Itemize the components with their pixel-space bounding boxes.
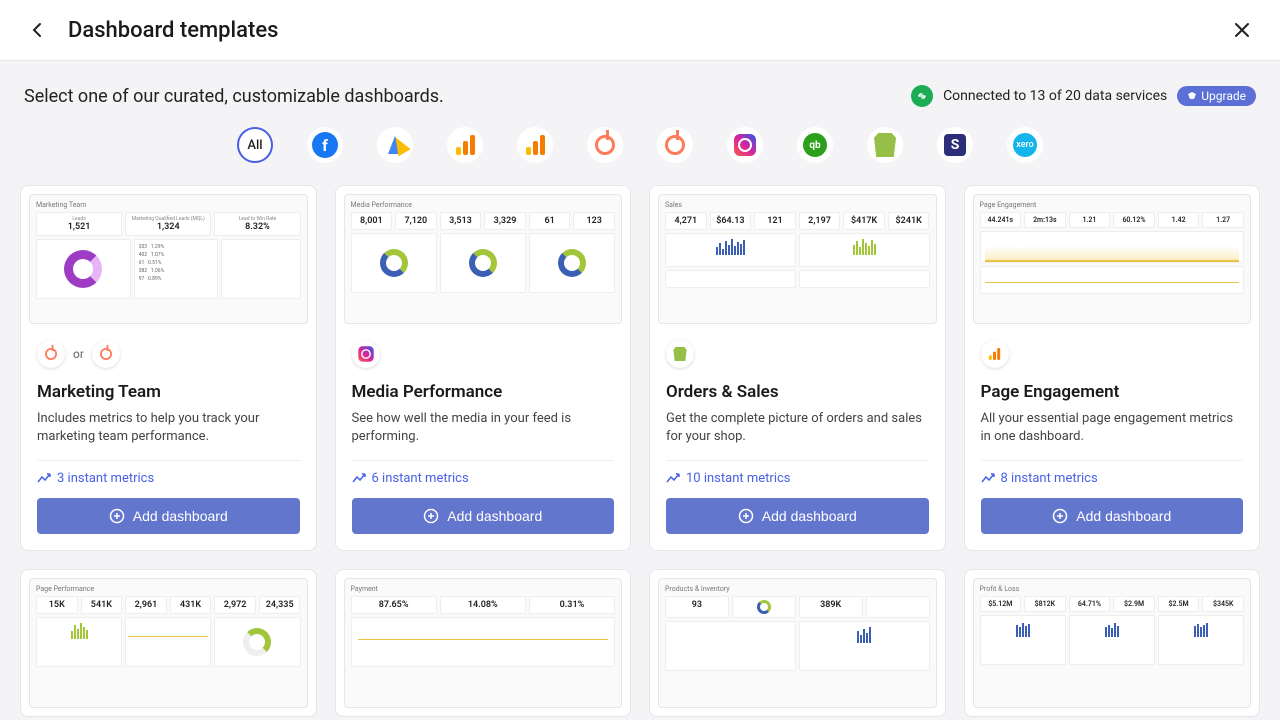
filter-xero[interactable]: xero — [1007, 127, 1043, 163]
template-card-media-performance[interactable]: Media Performance 8,001 7,120 3,513 3,32… — [335, 185, 632, 551]
shopify-icon — [874, 133, 896, 157]
source-shopify-icon — [666, 340, 694, 368]
upgrade-button[interactable]: Upgrade — [1177, 86, 1256, 106]
facebook-icon: f — [312, 132, 338, 158]
card-description: Get the complete picture of orders and s… — [666, 410, 929, 446]
card-title: Orders & Sales — [666, 382, 929, 402]
filter-instagram[interactable] — [727, 127, 763, 163]
preview-thumbnail: Media Performance 8,001 7,120 3,513 3,32… — [344, 194, 623, 324]
filter-all[interactable]: All — [237, 127, 273, 163]
source-hubspot-marketing-icon — [92, 340, 120, 368]
source-instagram-icon — [352, 340, 380, 368]
hubspot-icon — [595, 135, 615, 155]
close-button[interactable] — [1228, 16, 1256, 44]
template-card-page-engagement[interactable]: Page Engagement 44.241s 2m:13s 1.21 60.1… — [964, 185, 1261, 551]
link-icon — [911, 85, 933, 107]
template-card-marketing-team[interactable]: Marketing Team Leads1,521 Marketing Qual… — [20, 185, 317, 551]
page-title: Dashboard templates — [68, 18, 1228, 43]
preview-thumbnail: Page Performance 15K 541K 2,961 431K 2,9… — [29, 578, 308, 708]
template-card-profit-loss[interactable]: Profit & Loss $5.12M $812K 64.71% $2.9M … — [964, 569, 1261, 717]
google-analytics-icon — [456, 135, 475, 155]
filter-google-analytics[interactable] — [447, 127, 483, 163]
instant-metrics-link[interactable]: 6 instant metrics — [352, 471, 615, 486]
card-description: See how well the media in your feed is p… — [352, 410, 615, 446]
xero-icon: xero — [1013, 133, 1037, 157]
subtitle: Select one of our curated, customizable … — [24, 86, 444, 107]
source-hubspot-icon — [37, 340, 65, 368]
filter-stripe[interactable]: S — [937, 127, 973, 163]
template-card-orders-sales[interactable]: Sales 4,271 $64.13 121 2,197 $417K $241K… — [649, 185, 946, 551]
add-dashboard-button[interactable]: Add dashboard — [981, 498, 1244, 534]
preview-thumbnail: Payment 87.65% 14.08% 0.31% — [344, 578, 623, 708]
filter-hubspot-marketing[interactable] — [657, 127, 693, 163]
preview-thumbnail: Marketing Team Leads1,521 Marketing Qual… — [29, 194, 308, 324]
add-dashboard-button[interactable]: Add dashboard — [352, 498, 615, 534]
template-card-page-performance[interactable]: Page Performance 15K 541K 2,961 431K 2,9… — [20, 569, 317, 717]
filter-quickbooks[interactable]: qb — [797, 127, 833, 163]
back-button[interactable] — [24, 16, 52, 44]
card-title: Media Performance — [352, 382, 615, 402]
preview-thumbnail: Sales 4,271 $64.13 121 2,197 $417K $241K — [658, 194, 937, 324]
stripe-icon: S — [944, 134, 966, 156]
filter-hubspot[interactable] — [587, 127, 623, 163]
instant-metrics-link[interactable]: 8 instant metrics — [981, 471, 1244, 486]
add-dashboard-button[interactable]: Add dashboard — [37, 498, 300, 534]
google-ads-icon — [388, 136, 402, 154]
filter-row: All f qb S xero — [0, 123, 1280, 185]
hubspot-marketing-icon — [665, 135, 685, 155]
instant-metrics-link[interactable]: 3 instant metrics — [37, 471, 300, 486]
card-title: Page Engagement — [981, 382, 1244, 402]
add-dashboard-button[interactable]: Add dashboard — [666, 498, 929, 534]
instant-metrics-link[interactable]: 10 instant metrics — [666, 471, 929, 486]
filter-shopify[interactable] — [867, 127, 903, 163]
source-google-analytics-icon — [981, 340, 1009, 368]
card-title: Marketing Team — [37, 382, 300, 402]
filter-google-analytics-4[interactable] — [517, 127, 553, 163]
card-description: All your essential page engagement metri… — [981, 410, 1244, 446]
or-label: or — [73, 347, 84, 361]
preview-thumbnail: Profit & Loss $5.12M $812K 64.71% $2.9M … — [973, 578, 1252, 708]
card-description: Includes metrics to help you track your … — [37, 410, 300, 446]
preview-thumbnail: Products & Inventory 93 389K — [658, 578, 937, 708]
instagram-icon — [734, 134, 756, 156]
template-card-products-inventory[interactable]: Products & Inventory 93 389K — [649, 569, 946, 717]
connection-text: Connected to 13 of 20 data services — [943, 88, 1167, 104]
preview-thumbnail: Page Engagement 44.241s 2m:13s 1.21 60.1… — [973, 194, 1252, 324]
quickbooks-icon: qb — [803, 133, 827, 157]
google-analytics-4-icon — [526, 135, 545, 155]
filter-facebook[interactable]: f — [307, 127, 343, 163]
template-card-payment[interactable]: Payment 87.65% 14.08% 0.31% — [335, 569, 632, 717]
filter-google-ads[interactable] — [377, 127, 413, 163]
